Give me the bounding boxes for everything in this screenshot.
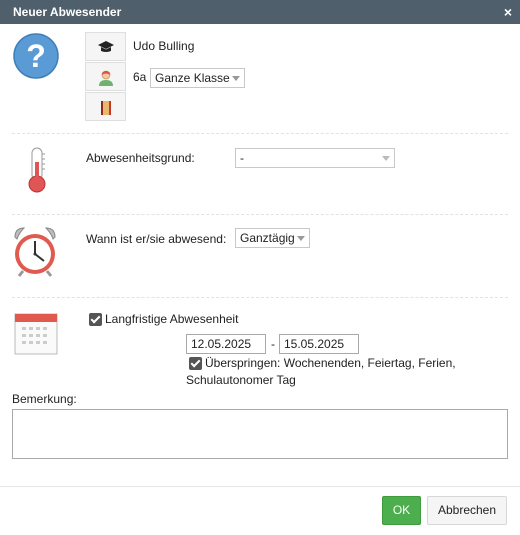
longterm-label: Langfristige Abwesenheit <box>105 312 239 326</box>
when-select-value: Ganztägig <box>240 231 295 245</box>
chevron-down-icon <box>382 156 390 161</box>
class-name: 6a <box>133 70 147 84</box>
book-icon <box>101 101 111 115</box>
reason-label: Abwesenheitsgrund: <box>86 151 195 165</box>
book-button[interactable] <box>85 92 126 121</box>
skip-label-line2: Schulautonomer Tag <box>186 373 296 387</box>
calendar-icon <box>14 311 58 355</box>
group-select[interactable]: Ganze Klasse <box>150 68 245 88</box>
group-select-value: Ganze Klasse <box>155 71 230 85</box>
cancel-button[interactable]: Abbrechen <box>427 496 507 525</box>
person-icon <box>99 70 113 86</box>
date-separator: - <box>271 337 275 351</box>
remark-label: Bemerkung: <box>12 392 77 406</box>
reason-select[interactable]: - <box>235 148 395 168</box>
help-icon: ? <box>12 32 60 80</box>
remark-textarea[interactable] <box>12 409 508 459</box>
when-label: Wann ist er/sie abwesend: <box>86 232 227 246</box>
graduation-cap-icon <box>98 41 114 52</box>
dialog-title: Neuer Abwesender <box>13 5 122 19</box>
alarm-clock-icon <box>11 225 59 277</box>
thermometer-icon <box>24 146 50 194</box>
dialog-titlebar: Neuer Abwesender × <box>0 0 520 24</box>
teacher-button[interactable] <box>85 62 126 91</box>
divider <box>12 297 508 298</box>
reason-select-value: - <box>240 151 244 165</box>
chevron-down-icon <box>232 76 240 81</box>
date-from-input[interactable]: 12.05.2025 <box>186 334 266 354</box>
longterm-checkbox[interactable] <box>89 313 102 326</box>
close-icon[interactable]: × <box>504 4 512 20</box>
when-select[interactable]: Ganztägig <box>235 228 310 248</box>
footer-divider <box>0 486 520 487</box>
divider <box>12 133 508 134</box>
ok-button[interactable]: OK <box>382 496 421 525</box>
svg-text:?: ? <box>26 38 46 74</box>
person-name: Udo Bulling <box>133 39 195 53</box>
chevron-down-icon <box>297 236 305 241</box>
skip-checkbox[interactable] <box>189 357 202 370</box>
date-to-input[interactable]: 15.05.2025 <box>279 334 359 354</box>
student-button[interactable] <box>85 32 126 61</box>
divider <box>12 214 508 215</box>
skip-label-line1: Überspringen: Wochenenden, Feiertag, Fer… <box>205 356 456 370</box>
